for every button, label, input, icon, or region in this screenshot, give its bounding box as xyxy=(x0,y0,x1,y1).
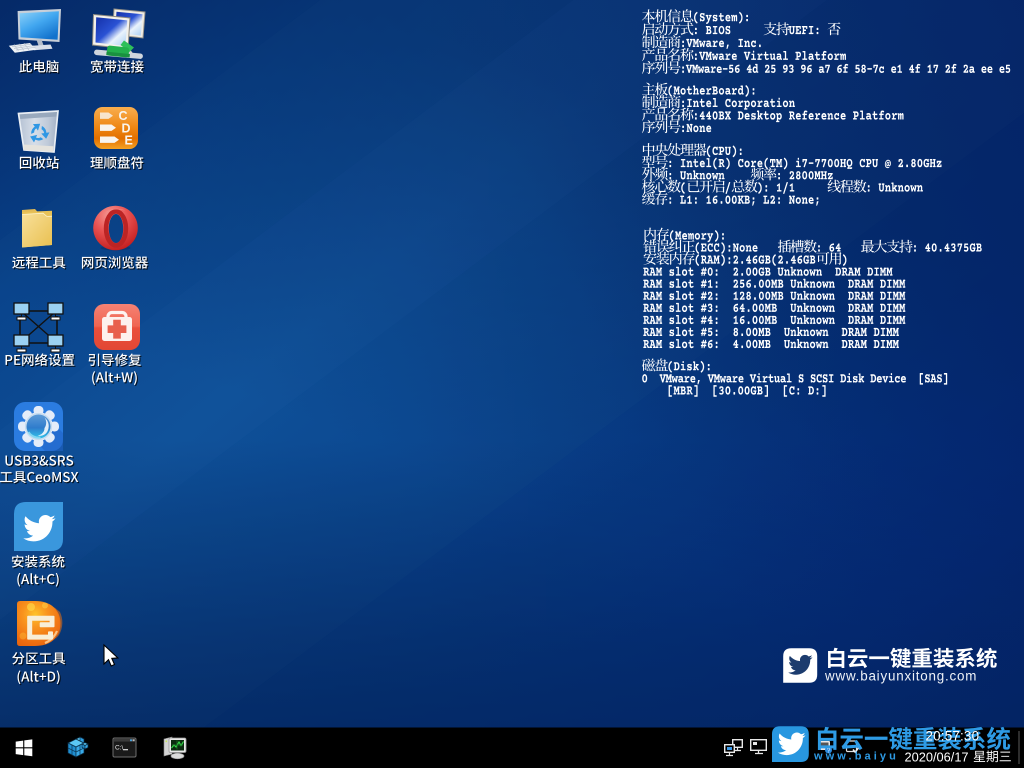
svg-text:www.baiyu: www.baiyu xyxy=(813,751,899,763)
svg-text:C:\: C:\ xyxy=(115,745,124,752)
svg-text:E: E xyxy=(125,134,133,148)
svg-text:20:57:30: 20:57:30 xyxy=(926,729,980,744)
svg-text:www.baiyunxitong.com: www.baiyunxitong.com xyxy=(824,669,977,684)
svg-text:2020/06/17: 2020/06/17 xyxy=(905,749,969,764)
